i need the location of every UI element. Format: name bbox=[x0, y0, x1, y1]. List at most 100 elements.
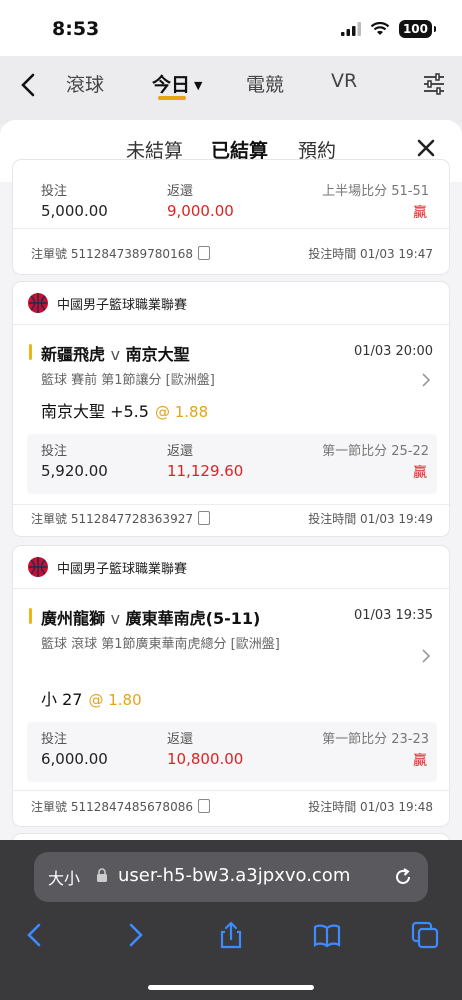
divider bbox=[13, 228, 449, 229]
match-indicator bbox=[29, 344, 32, 360]
card-header: 中國男子籃球職業聯賽 bbox=[27, 292, 187, 314]
tab-reserved[interactable]: 預約 bbox=[298, 136, 336, 163]
copy-icon[interactable] bbox=[197, 799, 210, 813]
chevron-right-icon[interactable] bbox=[421, 648, 431, 664]
stake-value: 5,000.00 bbox=[41, 202, 108, 220]
bet-card: 投注 5,000.00 返還 9,000.00 上半場比分 51-51 贏 注單… bbox=[13, 160, 449, 274]
tab-settled[interactable]: 已結算 bbox=[211, 136, 268, 163]
stake-value: 5,920.00 bbox=[41, 462, 108, 480]
return-value: 10,800.00 bbox=[167, 750, 244, 768]
divider bbox=[13, 790, 449, 791]
league-name: 中國男子籃球職業聯賽 bbox=[57, 561, 188, 577]
address-bar[interactable]: 大小 user-h5-bw3.a3jpxvo.com bbox=[34, 852, 428, 902]
selection-text: 小 27 bbox=[41, 690, 83, 709]
back-arrow-icon[interactable] bbox=[16, 70, 42, 100]
home-team: 新疆飛虎 bbox=[41, 345, 106, 364]
score-text: 第一節比分 23-23 bbox=[322, 732, 429, 747]
wifi-icon bbox=[370, 22, 390, 35]
filter-icon[interactable] bbox=[422, 72, 446, 96]
nav-active-underline bbox=[158, 96, 186, 100]
ticket-number[interactable]: 注單號 5112847728363927 bbox=[31, 510, 210, 527]
tab-unsettled[interactable]: 未結算 bbox=[126, 136, 183, 163]
away-team: 南京大聖 bbox=[125, 345, 190, 364]
tab-today[interactable]: 今日 ▼ bbox=[152, 70, 202, 97]
divider bbox=[13, 504, 449, 505]
stake-label: 投注 bbox=[41, 184, 68, 199]
ticket-number[interactable]: 注單號 5112847389780168 bbox=[31, 245, 210, 262]
market-text: 籃球 滾球 第1節廣東華南虎總分 [歐洲盤] bbox=[41, 637, 280, 652]
result-badge: 贏 bbox=[413, 205, 427, 221]
lock-icon bbox=[97, 868, 107, 882]
cba-logo-icon bbox=[28, 557, 48, 577]
return-label: 返還 bbox=[167, 444, 194, 459]
stake-label: 投注 bbox=[41, 732, 68, 747]
tab-vr[interactable]: VR bbox=[331, 70, 357, 92]
score-text: 上半場比分 51-51 bbox=[322, 184, 429, 199]
market-text: 籃球 賽前 第1節讓分 [歐洲盤] bbox=[41, 373, 215, 388]
bet-card[interactable]: 中國男子籃球職業聯賽 新疆飛虎 v 南京大聖 01/03 20:00 籃球 賽前… bbox=[13, 282, 449, 536]
divider bbox=[13, 324, 449, 325]
odds: @ 1.80 bbox=[88, 691, 142, 709]
text-size-button[interactable]: 大小 bbox=[48, 865, 80, 889]
card-header: 中國男子籃球職業聯賽 bbox=[27, 556, 187, 578]
return-label: 返還 bbox=[167, 184, 194, 199]
home-team: 廣州龍獅 bbox=[41, 609, 106, 628]
stake-label: 投注 bbox=[41, 444, 68, 459]
url-text: user-h5-bw3.a3jpxvo.com bbox=[118, 865, 351, 886]
signal-icon bbox=[340, 22, 361, 36]
ticket-number[interactable]: 注單號 5112847485678086 bbox=[31, 798, 210, 815]
top-nav: 滾球 今日 ▼ 電競 VR bbox=[0, 56, 462, 124]
home-indicator bbox=[148, 985, 314, 990]
ticket-number-text: 注單號 5112847389780168 bbox=[31, 247, 193, 261]
bet-time: 投注時間 01/03 19:48 bbox=[308, 800, 433, 814]
score-text: 第一節比分 25-22 bbox=[322, 444, 429, 459]
ticket-number-text: 注單號 5112847485678086 bbox=[31, 800, 193, 814]
tab-today-label: 今日 bbox=[152, 74, 191, 96]
return-label: 返還 bbox=[167, 732, 194, 747]
match-title: 廣州龍獅 v 廣東華南虎(5-11) bbox=[41, 605, 260, 629]
browser-back-icon[interactable] bbox=[20, 920, 50, 950]
ticket-number-text: 注單號 5112847728363927 bbox=[31, 512, 193, 526]
tab-esports[interactable]: 電競 bbox=[246, 70, 284, 97]
share-icon[interactable] bbox=[216, 920, 246, 950]
selection-text: 南京大聖 +5.5 bbox=[41, 402, 149, 421]
league-name: 中國男子籃球職業聯賽 bbox=[57, 297, 188, 313]
match-title: 新疆飛虎 v 南京大聖 bbox=[41, 341, 190, 365]
bookmarks-icon[interactable] bbox=[312, 920, 342, 950]
result-badge: 贏 bbox=[413, 753, 427, 769]
selection: 小 27 @ 1.80 bbox=[41, 686, 142, 710]
browser-toolbar: 大小 user-h5-bw3.a3jpxvo.com bbox=[0, 840, 462, 1000]
bet-card[interactable]: 中國男子籃球職業聯賽 廣州龍獅 v 廣東華南虎(5-11) 01/03 19:3… bbox=[13, 546, 449, 826]
match-indicator bbox=[29, 608, 32, 624]
match-time: 01/03 20:00 bbox=[353, 344, 433, 359]
bet-time: 投注時間 01/03 19:47 bbox=[308, 247, 433, 261]
stake-box: 投注 5,920.00 返還 11,129.60 第一節比分 25-22 贏 bbox=[27, 434, 437, 494]
return-value: 9,000.00 bbox=[167, 202, 234, 220]
status-icons: 100 bbox=[340, 20, 437, 38]
battery-icon: 100 bbox=[398, 20, 437, 38]
chevron-right-icon[interactable] bbox=[421, 372, 431, 388]
bet-record-sheet: 未結算 已結算 預約 投注 5,000.00 返還 9,000.00 上半場比分… bbox=[0, 120, 462, 840]
divider bbox=[13, 588, 449, 589]
tab-live[interactable]: 滾球 bbox=[66, 70, 104, 97]
cba-logo-icon bbox=[28, 293, 48, 313]
caret-down-icon: ▼ bbox=[194, 79, 203, 92]
result-badge: 贏 bbox=[413, 465, 427, 481]
browser-forward-icon[interactable] bbox=[120, 920, 150, 950]
copy-icon[interactable] bbox=[197, 246, 210, 260]
stake-value: 6,000.00 bbox=[41, 750, 108, 768]
bet-time: 投注時間 01/03 19:49 bbox=[308, 512, 433, 526]
match-time: 01/03 19:35 bbox=[353, 608, 433, 623]
return-value: 11,129.60 bbox=[167, 462, 244, 480]
reload-icon[interactable] bbox=[392, 866, 414, 888]
tabs-icon[interactable] bbox=[410, 920, 440, 950]
status-time: 8:53 bbox=[52, 18, 100, 40]
stake-box: 投注 5,000.00 返還 9,000.00 上半場比分 51-51 贏 bbox=[27, 174, 437, 234]
copy-icon[interactable] bbox=[197, 511, 210, 525]
close-icon[interactable] bbox=[416, 138, 436, 158]
stake-box: 投注 6,000.00 返還 10,800.00 第一節比分 23-23 贏 bbox=[27, 722, 437, 782]
odds: @ 1.88 bbox=[154, 403, 209, 421]
vs-text: v bbox=[110, 609, 121, 628]
status-bar: 8:53 100 bbox=[0, 0, 462, 56]
away-team: 廣東華南虎(5-11) bbox=[125, 609, 261, 628]
